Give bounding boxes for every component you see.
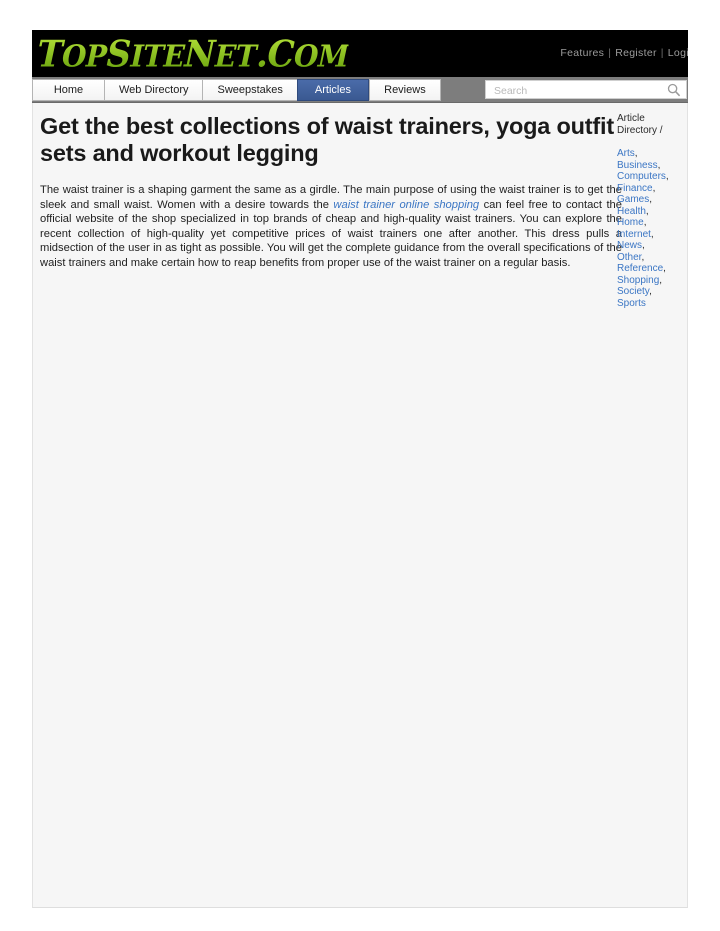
tab-home[interactable]: Home — [32, 79, 104, 101]
logo-cap: T — [36, 32, 63, 77]
main-navigation: Home Web Directory Sweepstakes Articles Revi… — [32, 77, 688, 103]
register-link[interactable]: Register — [614, 47, 658, 59]
category-link-shopping[interactable]: Shopping — [617, 275, 659, 286]
link-separator: | — [608, 47, 612, 59]
logo-text: OP — [61, 38, 108, 74]
logo-text: OM — [293, 38, 350, 74]
category-link-health[interactable]: Health — [617, 206, 646, 217]
logo-text: ITE — [130, 38, 185, 74]
category-separator: , — [650, 228, 654, 240]
article-directory-sidebar: Article Directory / Arts, Business, Comput… — [617, 113, 679, 309]
page-container: TOPSITENET.COM Features|Register|Login H… — [32, 30, 688, 908]
article-body: The waist trainer is a shaping garment t… — [40, 183, 622, 270]
account-links: Features|Register|Login — [559, 47, 688, 59]
category-separator: , — [642, 240, 645, 251]
sidebar-heading: Article Directory / — [617, 113, 663, 136]
search-icon[interactable] — [667, 83, 681, 97]
link-separator: | — [660, 47, 664, 59]
category-separator: , — [641, 251, 645, 263]
category-link-finance[interactable]: Finance — [617, 183, 653, 194]
tab-web-directory[interactable]: Web Directory — [104, 79, 203, 101]
category-separator: , — [663, 263, 666, 274]
logo-cap: S — [105, 32, 132, 77]
tab-articles[interactable]: Articles — [296, 79, 369, 101]
page-title: Get the best collections of waist traine… — [40, 113, 614, 166]
category-link-sports[interactable]: Sports — [617, 298, 646, 309]
nav-tab-list: Home Web Directory Sweepstakes Articles Revi… — [32, 79, 441, 101]
category-link-arts[interactable]: Arts — [617, 148, 635, 159]
category-link-games[interactable]: Games — [617, 194, 649, 205]
category-separator: , — [659, 274, 663, 286]
category-entry: Home, — [617, 217, 679, 229]
category-separator: , — [652, 182, 656, 194]
search-box[interactable] — [485, 80, 687, 100]
category-entry: News, — [617, 240, 679, 252]
category-entry: Other, — [617, 252, 679, 264]
article-region: Get the best collections of waist traine… — [40, 113, 622, 270]
category-separator: , — [645, 205, 649, 217]
category-link-society[interactable]: Society — [617, 286, 649, 297]
category-link-reference[interactable]: Reference — [617, 263, 663, 274]
category-entry: Computers, — [617, 171, 679, 183]
category-entry: Society, — [617, 286, 679, 298]
category-link-computers[interactable]: Computers — [617, 171, 666, 182]
site-logo[interactable]: TOPSITENET.COM — [37, 34, 350, 77]
category-separator: , — [649, 286, 652, 297]
category-entry: Health, — [617, 206, 679, 218]
search-input[interactable] — [492, 81, 656, 100]
category-link-news[interactable]: News — [617, 240, 642, 251]
category-entry: Finance, — [617, 183, 679, 195]
content-panel: Get the best collections of waist traine… — [32, 103, 688, 908]
category-entry: Internet, — [617, 229, 679, 241]
tab-sweepstakes[interactable]: Sweepstakes — [202, 79, 297, 101]
site-masthead: TOPSITENET.COM Features|Register|Login — [32, 30, 688, 77]
category-link-business[interactable]: Business — [617, 160, 658, 171]
category-separator: , — [657, 159, 661, 171]
logo-cap: N — [183, 32, 216, 77]
category-entry: Arts, — [617, 148, 679, 160]
category-entry: Business, — [617, 160, 679, 172]
tab-reviews[interactable]: Reviews — [368, 79, 441, 101]
category-link-internet[interactable]: Internet — [617, 229, 651, 240]
category-separator: , — [643, 217, 647, 228]
category-separator: , — [634, 148, 638, 159]
logo-cap: .C — [255, 32, 295, 77]
category-link-list: Arts, Business, Computers, Finance, Games, He… — [617, 148, 679, 309]
category-separator: , — [665, 171, 669, 182]
category-link-home[interactable]: Home — [617, 217, 644, 228]
inline-article-link[interactable]: waist trainer online shopping — [333, 199, 479, 211]
category-entry: Reference, — [617, 263, 679, 275]
logo-text: ET — [214, 38, 257, 74]
category-entry: Sports — [617, 298, 679, 310]
login-link[interactable]: Login — [667, 47, 688, 59]
category-entry: Games, — [617, 194, 679, 206]
category-separator: , — [649, 194, 653, 205]
category-entry: Shopping, — [617, 275, 679, 287]
category-link-other[interactable]: Other — [617, 252, 641, 263]
features-link[interactable]: Features — [559, 47, 605, 59]
